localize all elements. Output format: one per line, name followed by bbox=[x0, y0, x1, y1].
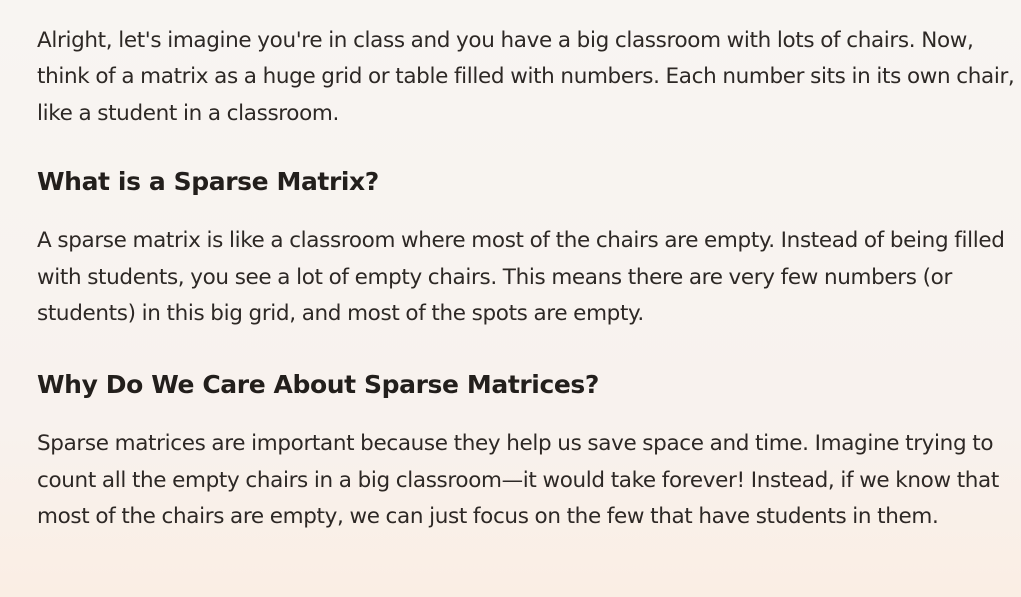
intro-paragraph: Alright, let's imagine you're in class a… bbox=[37, 28, 1015, 126]
article-content: Alright, let's imagine you're in class a… bbox=[37, 23, 1017, 536]
section-heading-why-care: Why Do We Care About Sparse Matrices? bbox=[37, 370, 600, 400]
section-heading-what-is-sparse-matrix: What is a Sparse Matrix? bbox=[37, 167, 379, 197]
section-paragraph-why-care: Sparse matrices are important because th… bbox=[37, 431, 999, 530]
section-paragraph-what-is-sparse-matrix: A sparse matrix is like a classroom wher… bbox=[37, 228, 1005, 327]
